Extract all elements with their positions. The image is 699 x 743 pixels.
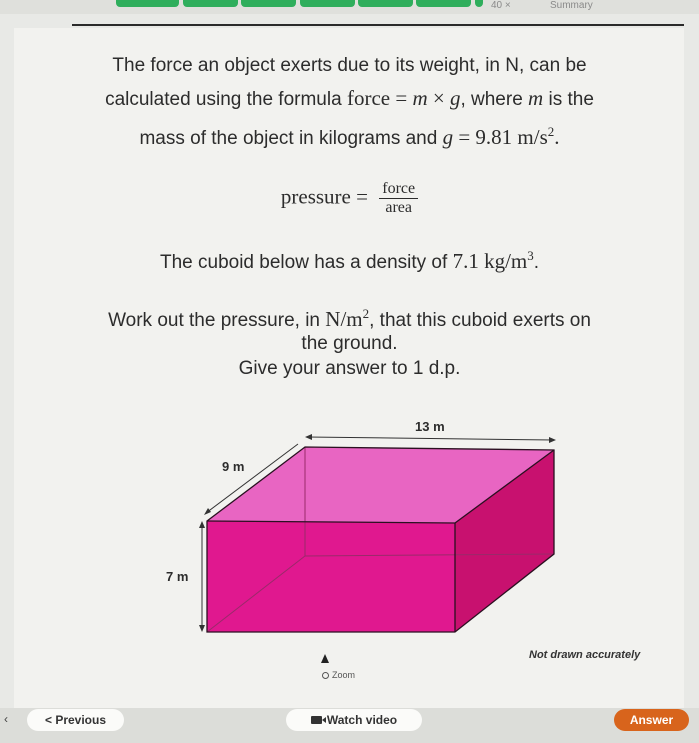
length-arrow-head-left [305,434,312,440]
length-arrow [306,436,555,441]
video-icon [310,716,326,724]
not-drawn-accurately-note: Not drawn accurately [529,649,641,661]
width-label: 9 m [222,459,244,474]
tab-7[interactable] [475,0,483,7]
question-line-1: The force an object exerts due to its we… [112,55,587,76]
zoom-button[interactable]: Zoom [322,670,355,680]
work-out-line: Work out the pressure, in N/m2, that thi… [108,306,591,331]
pressure-fraction: force area [379,180,419,217]
summary-tab[interactable]: Summary [550,0,593,11]
length-label: 13 m [415,419,445,434]
chevron-left-icon[interactable]: ‹ [4,712,8,726]
cuboid-front-face [207,521,455,632]
watch-video-button[interactable]: Watch video [286,709,422,731]
height-label: 7 m [166,569,188,584]
question-line-2: calculated using the formula force = m ×… [105,86,594,110]
tab-3[interactable] [241,0,296,7]
zoom-icon [322,672,329,679]
width-arrow-head [204,508,211,515]
precision-instruction: Give your answer to 1 d.p. [238,358,461,379]
work-out-line-2: the ground. [301,333,398,354]
answer-button[interactable]: Answer [614,709,689,731]
top-strip: 40 × Summary [0,0,699,14]
tab-2[interactable] [183,0,238,7]
previous-button[interactable]: < Previous [27,709,124,731]
tab-1[interactable] [116,0,179,7]
density-line: The cuboid below has a density of 7.1 kg… [159,248,540,273]
tab-5[interactable] [358,0,413,7]
height-arrow-head-bottom [199,625,205,632]
question-line-3: mass of the object in kilograms and g = … [139,124,560,149]
header-rule [72,24,684,26]
length-arrow-head-right [549,437,556,443]
tab-6[interactable] [416,0,471,7]
pressure-formula: pressure = force area [0,180,699,217]
mouse-cursor-icon [321,654,329,663]
cuboid-diagram: 13 m 9 m 7 m [166,419,556,633]
question-count: 40 × [491,0,511,11]
tab-4[interactable] [300,0,355,7]
height-arrow-head-top [199,521,205,528]
